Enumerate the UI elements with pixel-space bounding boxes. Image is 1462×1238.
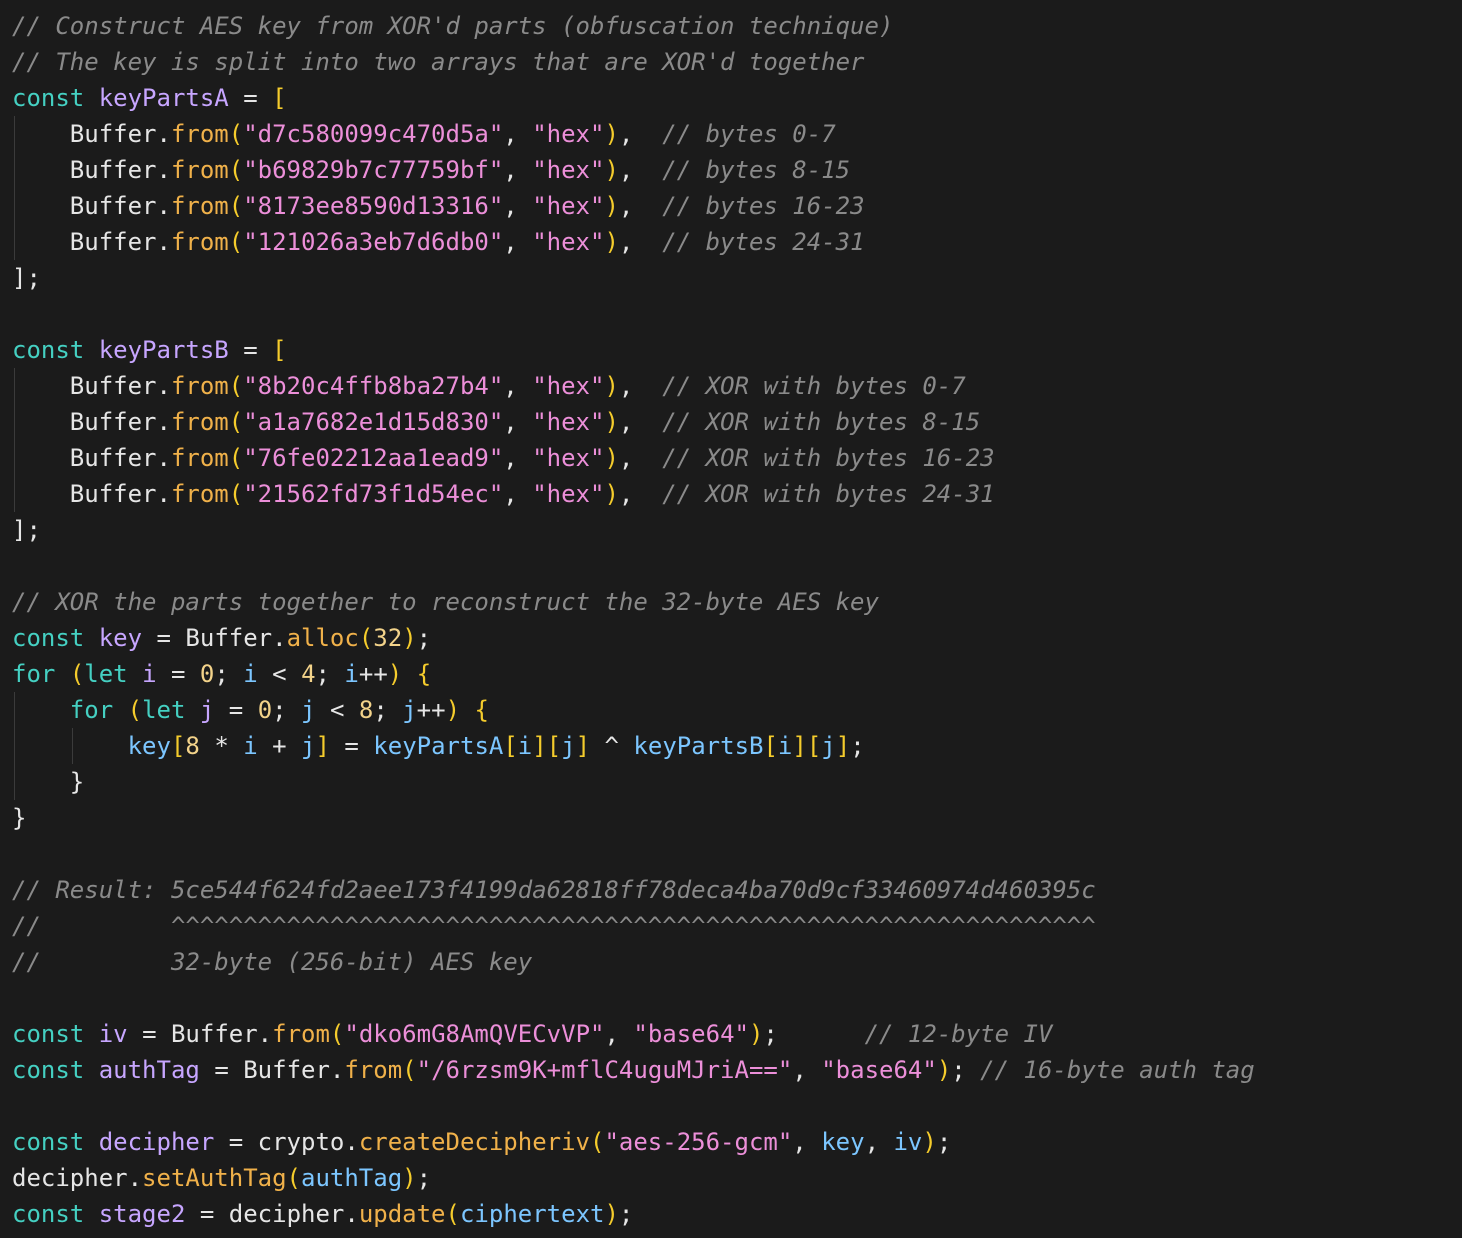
code-line[interactable]: Buffer.from("8b20c4ffb8ba27b4", "hex"), … xyxy=(12,368,966,404)
code-line[interactable]: ]; xyxy=(12,512,41,548)
code-line[interactable]: // 32-byte (256-bit) AES key xyxy=(12,944,532,980)
code-line[interactable]: ]; xyxy=(12,260,41,296)
code-line[interactable]: for (let i = 0; i < 4; i++) { xyxy=(12,656,431,692)
code-line[interactable]: const decipher = crypto.createDecipheriv… xyxy=(12,1124,951,1160)
code-line[interactable]: // Construct AES key from XOR'd parts (o… xyxy=(12,8,893,44)
code-line[interactable]: key[8 * i + j] = keyPartsA[i][j] ^ keyPa… xyxy=(12,728,865,764)
code-line[interactable]: // XOR the parts together to reconstruct… xyxy=(12,584,879,620)
code-line[interactable]: Buffer.from("a1a7682e1d15d830", "hex"), … xyxy=(12,404,980,440)
code-line[interactable]: Buffer.from("b69829b7c77759bf", "hex"), … xyxy=(12,152,850,188)
code-line[interactable]: Buffer.from("21562fd73f1d54ec", "hex"), … xyxy=(12,476,995,512)
code-line[interactable]: for (let j = 0; j < 8; j++) { xyxy=(12,692,489,728)
code-line[interactable]: Buffer.from("76fe02212aa1ead9", "hex"), … xyxy=(12,440,995,476)
code-line[interactable]: Buffer.from("8173ee8590d13316", "hex"), … xyxy=(12,188,865,224)
code-line[interactable]: const authTag = Buffer.from("/6rzsm9K+mf… xyxy=(12,1052,1255,1088)
code-line[interactable]: // The key is split into two arrays that… xyxy=(12,44,865,80)
code-editor[interactable]: // Construct AES key from XOR'd parts (o… xyxy=(0,0,1462,1238)
code-line[interactable]: const iv = Buffer.from("dko6mG8AmQVECvVP… xyxy=(12,1016,1052,1052)
code-line[interactable]: Buffer.from("d7c580099c470d5a", "hex"), … xyxy=(12,116,836,152)
code-line[interactable]: } xyxy=(12,764,84,800)
code-line[interactable]: // Result: 5ce544f624fd2aee173f4199da628… xyxy=(12,872,1096,908)
code-line[interactable]: const stage2 = decipher.update(ciphertex… xyxy=(12,1196,633,1232)
code-line[interactable]: const keyPartsA = [ xyxy=(12,80,287,116)
code-line[interactable]: // ^^^^^^^^^^^^^^^^^^^^^^^^^^^^^^^^^^^^^… xyxy=(12,908,1096,944)
code-line[interactable]: Buffer.from("121026a3eb7d6db0", "hex"), … xyxy=(12,224,865,260)
code-line[interactable]: } xyxy=(12,800,26,836)
code-line[interactable]: decipher.setAuthTag(authTag); xyxy=(12,1160,431,1196)
code-line[interactable]: const key = Buffer.alloc(32); xyxy=(12,620,431,656)
code-line[interactable]: const keyPartsB = [ xyxy=(12,332,287,368)
